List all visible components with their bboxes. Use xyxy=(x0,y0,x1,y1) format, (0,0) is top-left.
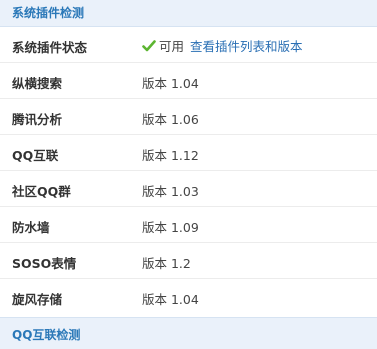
plugin-name: 社区QQ群 xyxy=(12,184,71,199)
status-value: 可用 查看插件列表和版本 xyxy=(142,36,303,54)
table-row: 防水墙 版本 1.09 xyxy=(0,207,377,243)
table-row: 腾讯分析 版本 1.06 xyxy=(0,99,377,135)
table-row: 社区QQ群 版本 1.03 xyxy=(0,171,377,207)
section-header-qq-connect-check: QQ互联检测 xyxy=(0,317,377,349)
plugin-version: 版本 1.2 xyxy=(142,256,191,271)
view-plugin-list-link[interactable]: 查看插件列表和版本 xyxy=(190,39,303,54)
check-icon xyxy=(142,40,156,52)
plugin-name: SOSO表情 xyxy=(12,256,77,271)
plugin-version: 版本 1.04 xyxy=(142,292,199,307)
section-header-plugin-check: 系统插件检测 xyxy=(0,0,377,27)
plugin-version: 版本 1.06 xyxy=(142,112,199,127)
plugin-version: 版本 1.12 xyxy=(142,148,199,163)
plugin-version: 版本 1.04 xyxy=(142,76,199,91)
table-row: SOSO表情 版本 1.2 xyxy=(0,243,377,279)
section-title: QQ互联检测 xyxy=(12,328,81,342)
plugin-name: 旋风存储 xyxy=(12,292,63,307)
plugin-name: 防水墙 xyxy=(12,220,50,235)
section-title: 系统插件检测 xyxy=(12,6,85,20)
status-text: 可用 xyxy=(159,39,185,54)
plugin-name: 腾讯分析 xyxy=(12,112,63,127)
plugin-name: QQ互联 xyxy=(12,148,59,163)
plugin-version: 版本 1.03 xyxy=(142,184,199,199)
plugin-version: 版本 1.09 xyxy=(142,220,199,235)
table-row: 旋风存储 版本 1.04 xyxy=(0,279,377,317)
row-label: 系统插件状态 xyxy=(12,40,88,55)
table-row: QQ互联 版本 1.12 xyxy=(0,135,377,171)
plugin-name: 纵横搜索 xyxy=(12,76,63,91)
status-row: 系统插件状态 可用 查看插件列表和版本 xyxy=(0,27,377,63)
plugin-check-panel: 系统插件检测 系统插件状态 可用 查看插件列表和版本 纵横搜索 版本 1.04 腾… xyxy=(0,0,377,349)
table-row: 纵横搜索 版本 1.04 xyxy=(0,63,377,99)
